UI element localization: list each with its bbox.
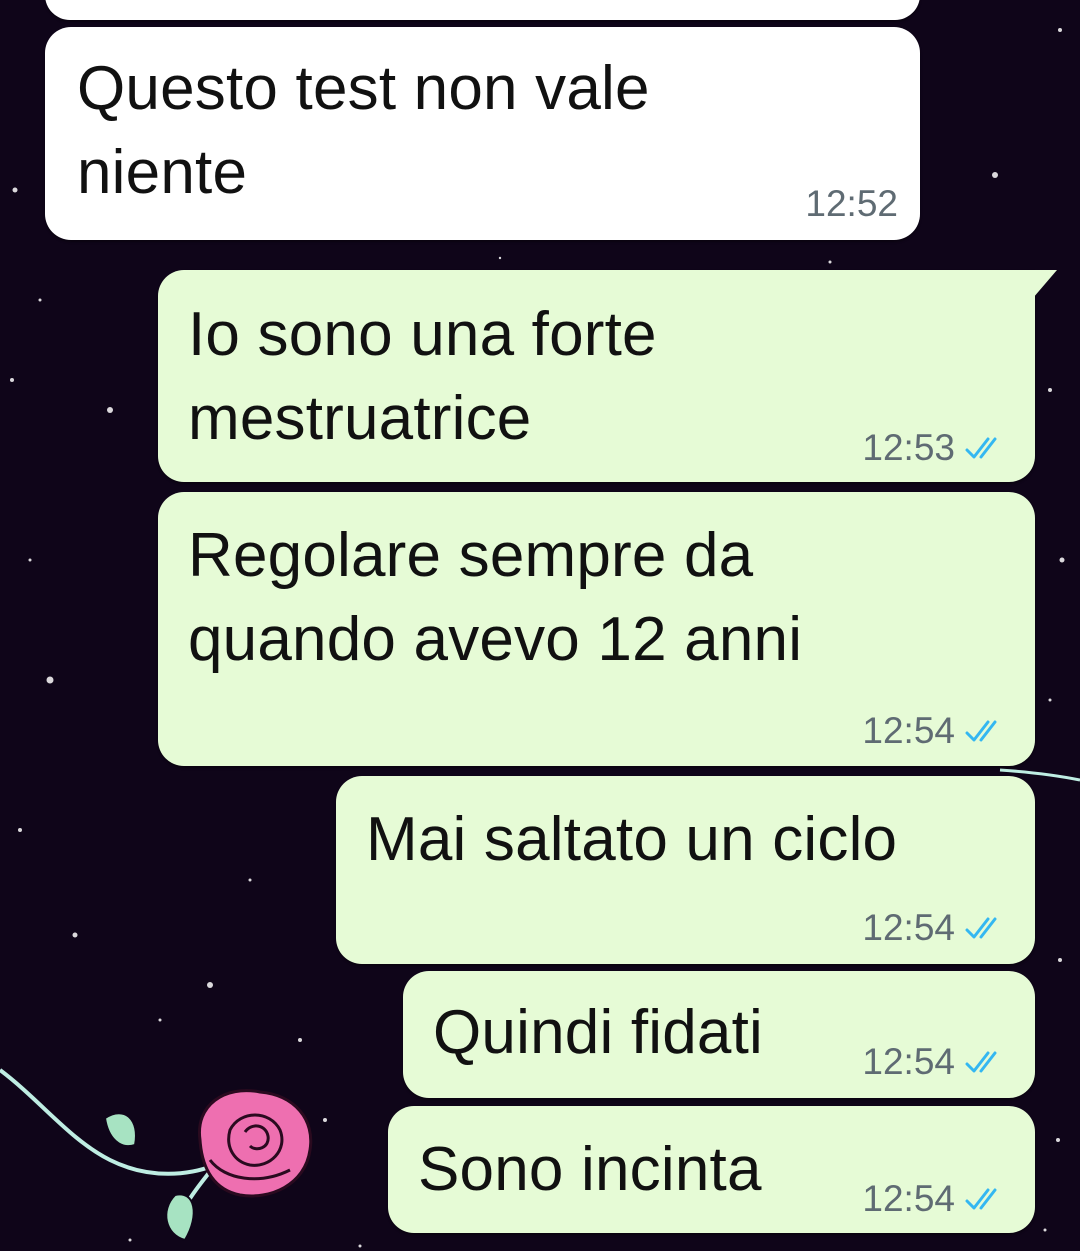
message-line: Quindi fidati [433, 998, 764, 1067]
message-line: niente [77, 138, 248, 207]
message-text: Regolare sempre da quando avevo 12 anni [188, 514, 802, 682]
message-time: 12:54 [862, 1041, 955, 1082]
message-line: Mai saltato un ciclo [366, 805, 898, 874]
message-meta: 12:54 [862, 908, 1007, 948]
message-time: 12:52 [805, 183, 898, 224]
message-time: 12:54 [862, 1178, 955, 1219]
message-text: Sono incinta [418, 1128, 762, 1212]
message-bubble-outgoing[interactable]: Mai saltato un ciclo 12:54 [336, 776, 1035, 964]
message-bubble-outgoing[interactable]: Sono incinta 12:54 [388, 1106, 1035, 1233]
message-bubble-outgoing[interactable]: Io sono una forte mestruatrice 12:53 [158, 270, 1057, 482]
message-meta: 12:54 [862, 1042, 1007, 1082]
double-check-icon [965, 917, 997, 939]
message-line: Regolare sempre da [188, 521, 754, 590]
message-text: Questo test non vale niente [77, 47, 650, 215]
message-text: Quindi fidati [433, 991, 763, 1075]
double-check-icon [965, 437, 997, 459]
message-bubble-outgoing[interactable]: Quindi fidati 12:54 [403, 971, 1035, 1098]
previous-message-bubble[interactable] [45, 0, 920, 20]
message-time: 12:54 [862, 710, 955, 751]
message-line: Questo test non vale [77, 54, 650, 123]
message-bubble-incoming[interactable]: Questo test non vale niente 12:52 [45, 27, 920, 240]
message-meta: 12:54 [862, 1179, 1007, 1219]
message-line: Io sono una forte [188, 300, 657, 369]
double-check-icon [965, 1188, 997, 1210]
message-time: 12:53 [862, 427, 955, 468]
message-time: 12:54 [862, 907, 955, 948]
double-check-icon [965, 720, 997, 742]
message-meta: 12:53 [862, 428, 1007, 468]
conversation-thread: Questo test non vale niente 12:52 Io son… [0, 0, 1080, 1251]
message-line: mestruatrice [188, 384, 532, 453]
bubble-tail [1033, 270, 1057, 298]
message-bubble-outgoing[interactable]: Regolare sempre da quando avevo 12 anni … [158, 492, 1035, 766]
message-text: Io sono una forte mestruatrice [188, 293, 657, 461]
message-text: Mai saltato un ciclo [366, 798, 897, 882]
message-line: Sono incinta [418, 1135, 762, 1204]
message-meta: 12:52 [805, 184, 898, 224]
message-meta: 12:54 [862, 711, 1007, 751]
message-line: quando avevo 12 anni [188, 605, 803, 674]
double-check-icon [965, 1051, 997, 1073]
